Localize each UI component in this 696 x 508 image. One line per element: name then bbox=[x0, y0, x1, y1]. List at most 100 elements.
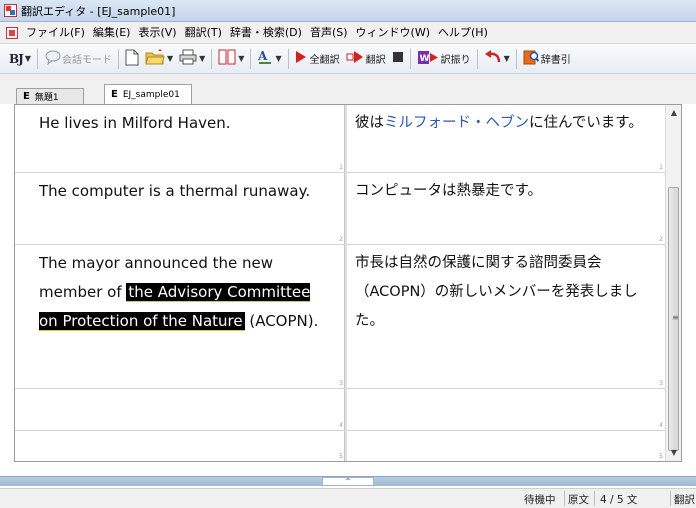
segment-number: 1 bbox=[659, 164, 663, 171]
double-chevron-up-icon: ⌃ bbox=[344, 477, 352, 486]
menu-translate[interactable]: 翻訳(T) bbox=[181, 23, 226, 43]
open-button[interactable]: ▼ bbox=[142, 47, 176, 71]
split-columns-icon bbox=[218, 49, 236, 68]
status-separator bbox=[564, 491, 565, 506]
translation-editor: He lives in Milford Haven. 1 The compute… bbox=[14, 104, 682, 462]
svg-text:A: A bbox=[257, 49, 268, 63]
conversation-mode-button[interactable]: 会話モード bbox=[41, 47, 115, 71]
panel-splitter[interactable]: ⌃ bbox=[0, 476, 696, 486]
dictionary-lookup-button[interactable]: 辞書引 bbox=[520, 47, 574, 71]
status-extra: 翻訳 bbox=[674, 494, 695, 506]
menu-help[interactable]: ヘルプ(H) bbox=[434, 23, 492, 43]
title-bar: 翻訳エディタ - [EJ_sample01] bbox=[0, 0, 696, 22]
menu-edit[interactable]: 編集(E) bbox=[89, 23, 135, 43]
tab-ej-sample01[interactable]: E EJ_sample01 bbox=[104, 84, 192, 104]
tab-direction-letter: E bbox=[111, 89, 118, 100]
source-segment-row[interactable]: The computer is a thermal runaway. 2 bbox=[15, 173, 345, 245]
folder-icon bbox=[145, 48, 165, 69]
proper-noun-link[interactable]: ミルフォード・ヘブン bbox=[384, 115, 529, 131]
source-segment-row[interactable]: The mayor announced the new member of th… bbox=[15, 245, 345, 389]
translate-label: 翻訳 bbox=[365, 55, 386, 66]
target-segment-row[interactable]: コンピュータは熱暴走です。 2 bbox=[347, 173, 665, 245]
status-bar: 待機中 原文 4 / 5 文 翻訳 bbox=[0, 488, 696, 508]
segment-number: 4 bbox=[339, 422, 343, 429]
document-icon[interactable] bbox=[6, 26, 18, 39]
segment-number: 4 bbox=[659, 422, 663, 429]
expand-panel-button[interactable]: ⌃ bbox=[322, 477, 374, 486]
target-segment-row[interactable]: 5 bbox=[347, 431, 665, 461]
svg-text:W: W bbox=[419, 54, 429, 64]
status-text: 待機中 bbox=[524, 494, 556, 506]
scrollbar-thumb[interactable]: ≡ bbox=[668, 187, 679, 451]
segment-number: 1 bbox=[339, 164, 343, 171]
undo-icon bbox=[484, 49, 502, 68]
vertical-scrollbar[interactable]: ▲ ≡ ▼ bbox=[665, 105, 681, 461]
target-segment-row[interactable]: 4 bbox=[347, 389, 665, 431]
print-button[interactable]: ▼ bbox=[176, 47, 208, 71]
direction-dropdown[interactable]: BJ ▼ bbox=[6, 47, 34, 71]
undo-button[interactable]: ▼ bbox=[481, 47, 513, 71]
translate-all-label: 全翻訳 bbox=[309, 55, 340, 66]
target-sentence[interactable]: 市長は自然の保護に関する諮問委員会（ACOPN）の新しいメンバーを発表しました。 bbox=[355, 249, 657, 336]
toolbar-separator bbox=[287, 48, 289, 69]
font-icon: A bbox=[257, 49, 273, 69]
layout-button[interactable]: ▼ bbox=[215, 47, 247, 71]
target-segment-row[interactable]: 彼はミルフォード・ヘブンに住んでいます。 1 bbox=[347, 105, 665, 173]
segment-number: 2 bbox=[339, 236, 343, 243]
segment-number: 2 bbox=[659, 236, 663, 243]
source-sentence[interactable]: The mayor announced the new member of th… bbox=[39, 249, 333, 336]
status-mode: 原文 bbox=[568, 494, 589, 506]
stop-icon bbox=[392, 51, 404, 66]
new-document-button[interactable] bbox=[122, 47, 142, 71]
direction-label: BJ bbox=[9, 51, 24, 66]
status-separator bbox=[670, 491, 671, 506]
new-document-icon bbox=[125, 49, 139, 69]
source-sentence[interactable]: The computer is a thermal runaway. bbox=[39, 177, 333, 206]
word-assign-button[interactable]: W 訳振り bbox=[414, 47, 474, 71]
conversation-mode-label: 会話モード bbox=[61, 55, 112, 66]
chevron-down-icon: ▼ bbox=[24, 54, 31, 63]
menu-voice[interactable]: 音声(S) bbox=[306, 23, 352, 43]
source-pane[interactable]: He lives in Milford Haven. 1 The compute… bbox=[15, 105, 345, 461]
menu-window[interactable]: ウィンドウ(W) bbox=[352, 23, 434, 43]
scroll-up-arrow-icon[interactable]: ▲ bbox=[666, 105, 681, 121]
target-segment-row[interactable]: 市長は自然の保護に関する諮問委員会（ACOPN）の新しいメンバーを発表しました。… bbox=[347, 245, 665, 389]
word-assign-label: 訳振り bbox=[440, 55, 471, 66]
translate-step-icon bbox=[346, 50, 364, 67]
toolbar-separator bbox=[515, 48, 517, 69]
tab-label: 無題1 bbox=[34, 93, 59, 103]
window-title: 翻訳エディタ - [EJ_sample01] bbox=[21, 4, 176, 18]
printer-icon bbox=[179, 49, 197, 68]
target-sentence[interactable]: 彼はミルフォード・ヘブンに住んでいます。 bbox=[355, 109, 657, 138]
font-button[interactable]: A ▼ bbox=[254, 47, 284, 71]
menu-view[interactable]: 表示(V) bbox=[134, 23, 180, 43]
tab-direction-letter: E bbox=[23, 91, 30, 102]
target-sentence[interactable]: コンピュータは熱暴走です。 bbox=[355, 177, 657, 206]
translate-button[interactable]: 翻訳 bbox=[343, 47, 389, 71]
toolbar-separator bbox=[211, 48, 213, 69]
dictionary-icon bbox=[523, 49, 539, 68]
translate-all-button[interactable]: 全翻訳 bbox=[292, 47, 343, 71]
segment-number: 5 bbox=[339, 453, 343, 460]
stop-button[interactable] bbox=[389, 47, 407, 71]
source-text: (ACOPN). bbox=[244, 312, 319, 330]
target-pane[interactable]: 彼はミルフォード・ヘブンに住んでいます。 1 コンピュータは熱暴走です。 2 市… bbox=[347, 105, 665, 461]
source-sentence[interactable]: He lives in Milford Haven. bbox=[39, 109, 333, 138]
toolbar-separator bbox=[36, 48, 38, 69]
tab-label: EJ_sample01 bbox=[122, 89, 180, 100]
word-assign-icon: W bbox=[417, 50, 439, 68]
chevron-down-icon: ▼ bbox=[166, 54, 174, 63]
document-tab-bar: E 無題1 E EJ_sample01 bbox=[0, 74, 696, 104]
menu-dictionary-search[interactable]: 辞書・検索(D) bbox=[226, 23, 306, 43]
grip-icon: ≡ bbox=[672, 313, 679, 322]
toolbar-separator bbox=[117, 48, 119, 69]
target-text: に住んでいます。 bbox=[529, 115, 643, 131]
source-segment-row[interactable]: 5 bbox=[15, 431, 345, 461]
scroll-down-arrow-icon[interactable]: ▼ bbox=[666, 445, 681, 461]
status-separator bbox=[594, 491, 595, 506]
segment-number: 5 bbox=[659, 453, 663, 460]
menu-file[interactable]: ファイル(F) bbox=[22, 23, 89, 43]
source-segment-row[interactable]: 4 bbox=[15, 389, 345, 431]
source-segment-row[interactable]: He lives in Milford Haven. 1 bbox=[15, 105, 345, 173]
tab-untitled1[interactable]: E 無題1 bbox=[16, 88, 84, 104]
